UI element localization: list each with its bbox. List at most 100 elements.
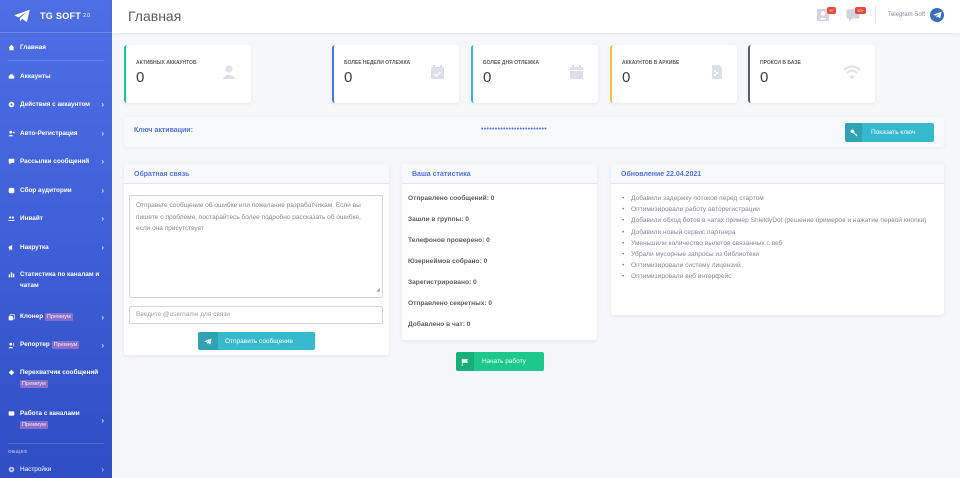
list-item: Убрали мусорные запросы из библиотеки xyxy=(621,249,939,260)
feedback-placeholder: Отправьте сообщение об ошибке или пожела… xyxy=(136,202,361,232)
divider xyxy=(8,60,104,61)
activation-key-value: •••••••••••••••••••••••• xyxy=(481,126,548,133)
stat-card-active-accounts: Активных аккаунтов 0 xyxy=(124,45,251,103)
sidebar-item-channels[interactable]: Работа с каналами Премиум › xyxy=(0,408,112,432)
topbar: Главная 9+ 10+ Telegram Soft xyxy=(112,0,960,33)
list-item: Добавили новый сервис партнера xyxy=(621,227,939,238)
stat-card-day: Более дня отлежка 0 xyxy=(471,45,598,103)
user-flag-icon xyxy=(8,342,15,349)
user-card-icon[interactable]: 9+ xyxy=(815,6,836,24)
sidebar-item-mailing[interactable]: Рассылки сообщений › xyxy=(0,155,112,167)
chevron-right-icon: › xyxy=(101,416,104,425)
list-item: Добавили обход ботов в чатах пример Shie… xyxy=(621,215,939,226)
sidebar-item-auto-registration[interactable]: Авто-Регистрация › xyxy=(0,127,112,139)
sidebar-item-invite[interactable]: Инвайт › xyxy=(0,212,112,224)
chevron-right-icon: › xyxy=(101,242,104,252)
list-item: Оптимизировали веб интерфейс xyxy=(621,271,939,282)
sidebar-item-settings[interactable]: Настройки › xyxy=(0,463,112,475)
sidebar-item-statistics[interactable]: Статистика по каналам и чатам xyxy=(0,269,112,291)
list-item: Оптимизировали работу авторегистрации xyxy=(621,204,939,215)
chevron-right-icon: › xyxy=(101,464,104,474)
brand[interactable]: TG SOFT 2.0 xyxy=(0,0,112,33)
clone-icon xyxy=(8,313,15,321)
sidebar-item-boost[interactable]: Накрутка › xyxy=(0,241,112,253)
calendar-icon xyxy=(570,65,583,79)
channel-icon xyxy=(8,410,15,417)
sidebar-heading: ОБЩЕЕ xyxy=(8,449,28,454)
feedback-title: Обратная связь xyxy=(124,164,389,184)
sidebar-item-label: Статистика по каналам и чатам xyxy=(20,271,100,289)
sidebar-item-label: Инвайт xyxy=(20,214,43,222)
database-icon xyxy=(8,187,15,194)
sidebar-item-label: Работа с каналами Премиум xyxy=(20,410,80,429)
chat-icon[interactable]: 10+ xyxy=(845,6,866,24)
resize-handle-icon[interactable]: ◢ xyxy=(376,285,380,297)
statistics-title: Ваша статистика xyxy=(402,164,597,184)
divider xyxy=(8,443,104,444)
stat-line: Зашли в группы: 0 xyxy=(408,216,469,223)
stat-card-week: Более недели отлежка 0 xyxy=(332,45,459,103)
premium-badge: Премиум xyxy=(20,380,48,388)
show-key-button[interactable]: Показать ключ xyxy=(845,123,934,142)
avatar[interactable] xyxy=(930,8,944,22)
sidebar-item-label: Репортер Премиум xyxy=(20,341,80,349)
send-message-button[interactable]: Отправить сообщение xyxy=(198,332,315,350)
telegram-logo-icon xyxy=(14,9,30,23)
sidebar-item-label: Аккаунты xyxy=(20,72,51,80)
stat-line: Телефонов проверено: 0 xyxy=(408,237,490,244)
sidebar-item-accounts[interactable]: Аккаунты xyxy=(0,70,112,82)
sidebar-item-label: Сбор аудитории xyxy=(20,186,72,194)
user-name[interactable]: Telegram Soft xyxy=(888,12,925,18)
sidebar-item-label: Накрутка xyxy=(20,243,49,251)
chevron-right-icon: › xyxy=(101,213,104,223)
stat-line: Юзернеймов собрано: 0 xyxy=(408,258,488,265)
flag-icon xyxy=(456,352,474,371)
username-input[interactable]: Введите @username для связи xyxy=(129,306,383,324)
page-title: Главная xyxy=(128,8,182,24)
show-key-label: Показать ключ xyxy=(871,129,916,136)
gear-icon xyxy=(8,101,15,108)
sidebar-item-label: Клонер Премиум xyxy=(20,313,73,321)
comment-icon xyxy=(8,158,15,165)
stat-card-proxies: Прокси в базе 0 xyxy=(748,45,875,103)
chevron-right-icon: › xyxy=(101,128,104,138)
chevron-right-icon: › xyxy=(101,156,104,166)
stat-line: Зарегистрировано: 0 xyxy=(408,279,477,286)
file-icon xyxy=(712,65,722,79)
feedback-message-input[interactable]: Отправьте сообщение об ошибке или пожела… xyxy=(129,195,383,298)
sidebar-item-label: Перехватчик сообщений Премиум xyxy=(20,369,99,388)
sidebar-item-label: Действия с аккаунтом xyxy=(20,100,91,108)
start-work-label: Начать работу xyxy=(482,358,526,365)
updates-panel: Обновление 22.04.2021 Добавили задержку … xyxy=(611,164,944,315)
premium-badge: Премиум xyxy=(20,421,48,429)
stat-label: Прокси в базе xyxy=(760,60,801,66)
notification-badge: 9+ xyxy=(827,7,836,14)
intercept-icon xyxy=(8,369,15,376)
sidebar-item-home[interactable]: Главная xyxy=(0,41,112,53)
home-icon xyxy=(8,44,15,51)
sidebar-item-label: Настройки xyxy=(20,465,52,473)
sidebar-item-cloner[interactable]: Клонер Премиум › xyxy=(0,311,112,323)
sidebar-item-interceptor[interactable]: Перехватчик сообщений Премиум xyxy=(0,367,112,391)
sidebar-item-label: Рассылки сообщений xyxy=(20,157,90,165)
car-icon xyxy=(8,73,15,80)
activation-key-label: Ключ активации: xyxy=(134,127,193,134)
sidebar-item-reporter[interactable]: Репортер Премиум › xyxy=(0,339,112,351)
start-work-button[interactable]: Начать работу xyxy=(456,352,544,371)
chevron-right-icon: › xyxy=(101,312,104,322)
stat-value: 0 xyxy=(483,69,492,86)
stat-line: Отправлено секретных: 0 xyxy=(408,300,493,307)
sidebar-item-label: Главная xyxy=(20,43,46,51)
sidebar-item-audience[interactable]: Сбор аудитории › xyxy=(0,184,112,196)
bullhorn-icon xyxy=(8,244,15,251)
sidebar: TG SOFT 2.0 Главная Аккаунты Действия с … xyxy=(0,0,112,478)
updates-list: Добавили задержку потоков перед стартом … xyxy=(621,193,939,283)
chevron-right-icon: › xyxy=(101,340,104,350)
stat-value: 0 xyxy=(760,69,769,86)
stat-value: 0 xyxy=(622,69,631,86)
telegram-logo-icon xyxy=(932,11,942,19)
list-item: Добавили задержку потоков перед стартом xyxy=(621,193,939,204)
list-item: Оптимизировали систему лицензий xyxy=(621,260,939,271)
brand-version: 2.0 xyxy=(83,13,91,19)
sidebar-item-account-actions[interactable]: Действия с аккаунтом › xyxy=(0,98,112,110)
